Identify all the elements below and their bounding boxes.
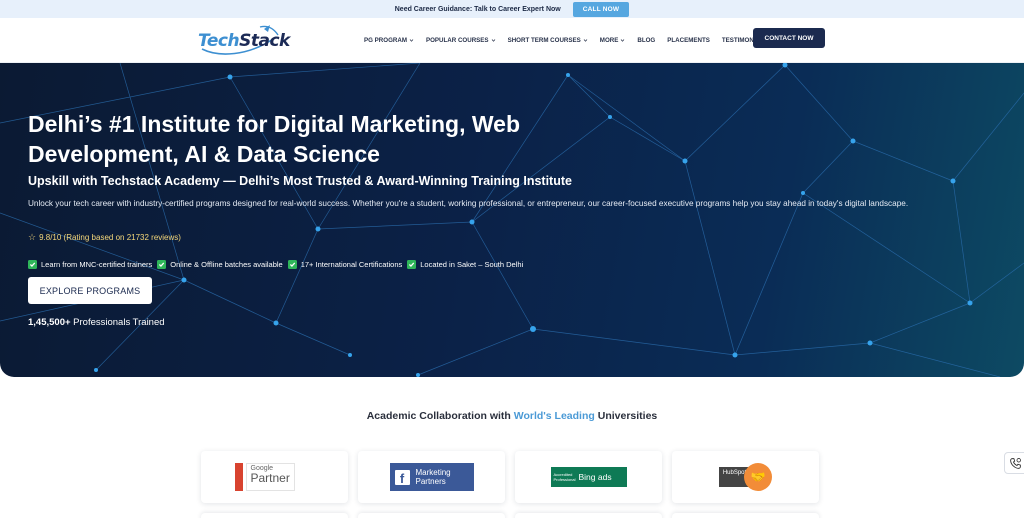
nav-label: POPULAR COURSES <box>425 37 489 44</box>
chevron-down-icon <box>491 39 495 42</box>
partner-card <box>672 513 819 518</box>
check-icon <box>407 260 417 269</box>
main-nav: PG PROGRAM POPULAR COURSES SHORT TERM CO… <box>364 18 780 63</box>
nav-label: BLOG <box>637 37 656 44</box>
feature-item: Online & Offline batches available <box>157 260 283 269</box>
google-partner-logo: Google Partner <box>234 463 315 491</box>
partner-card <box>515 513 662 518</box>
chevron-down-icon <box>583 39 588 42</box>
bing-ads-logo: Accredited Professional Bing ads <box>550 467 627 487</box>
nav-placements[interactable]: PLACEMENTS <box>667 37 710 44</box>
handshake-icon: 🤝 <box>744 463 773 491</box>
heading-prefix: Academic Collaboration with <box>366 410 514 422</box>
floating-contact-button[interactable] <box>1004 452 1024 474</box>
trained-label: Professionals Trained <box>73 317 165 328</box>
facebook-icon: f <box>394 469 410 485</box>
heading-highlight: World's Leading <box>513 410 595 422</box>
academic-collaboration-heading: Academic Collaboration with World's Lead… <box>0 410 1024 422</box>
fb-line1: Marketing <box>415 468 451 477</box>
feature-label: Located in Saket – South Delhi <box>420 260 524 269</box>
hubspot-logo: HubSpot 🤝 <box>718 463 773 491</box>
heading-suffix: Universities <box>594 410 658 422</box>
hero-subtitle: Upskill with Techstack Academy — Delhi’s… <box>28 174 572 188</box>
career-guidance-text: Need Career Guidance: Talk to Career Exp… <box>394 5 561 13</box>
feature-label: Learn from MNC-certified trainers <box>41 260 153 269</box>
nav-label: PG PROGRAM <box>364 37 407 44</box>
explore-programs-button[interactable]: EXPLORE PROGRAMS <box>28 277 152 304</box>
logo-text-stack: Stack <box>239 31 290 51</box>
nav-more[interactable]: MORE <box>600 37 626 44</box>
feature-list: Learn from MNC-certified trainers Online… <box>28 260 523 269</box>
nav-popular-courses[interactable]: POPULAR COURSES <box>426 37 496 44</box>
fb-line2: Partners <box>415 477 446 486</box>
partner-card-facebook: f Marketing Partners <box>358 451 505 503</box>
partner-card <box>358 513 505 518</box>
rating-text: 9.8/10 (Rating based on 21732 reviews) <box>39 233 181 242</box>
hero-title: Delhi’s #1 Institute for Digital Marketi… <box>28 111 521 167</box>
hero-description: Unlock your tech career with industry-ce… <box>28 199 909 208</box>
chevron-down-icon <box>621 39 625 42</box>
bing-accredited-label: Accredited Professional <box>553 472 576 482</box>
phone-chat-icon <box>1009 457 1021 469</box>
partner-label: Partner <box>250 471 290 485</box>
check-icon <box>28 260 37 269</box>
feature-item: Learn from MNC-certified trainers <box>28 260 152 269</box>
rating-row: ☆ 9.8/10 (Rating based on 21732 reviews) <box>28 232 181 243</box>
nav-label: SHORT TERM COURSES <box>507 37 581 44</box>
partner-card-google: Google Partner <box>201 451 348 503</box>
google-badge-stripe <box>234 463 243 491</box>
feature-item: Located in Saket – South Delhi <box>407 260 523 269</box>
chevron-down-icon <box>409 39 414 42</box>
trained-count: 1,45,500+ <box>28 317 71 328</box>
announcement-bar: Need Career Guidance: Talk to Career Exp… <box>0 0 1024 18</box>
bing-ads-label: Bing ads <box>578 472 612 482</box>
call-now-button[interactable]: CALL NOW <box>572 1 630 17</box>
hero-section: Delhi’s #1 Institute for Digital Marketi… <box>0 63 1024 377</box>
site-header: TechStack PG PROGRAM POPULAR COURSES SHO… <box>0 18 1024 63</box>
check-icon <box>157 260 167 269</box>
nav-label: MORE <box>599 37 619 44</box>
partner-logo-row: Google Partner f Marketing Partners Accr… <box>201 451 819 503</box>
nav-blog[interactable]: BLOG <box>637 37 655 44</box>
partner-card <box>201 513 348 518</box>
partner-logo-row-2 <box>201 513 819 518</box>
partner-card-bing: Accredited Professional Bing ads <box>515 451 662 503</box>
contact-now-button[interactable]: CONTACT NOW <box>753 28 825 48</box>
facebook-marketing-partners-logo: f Marketing Partners <box>389 463 474 491</box>
nav-short-term-courses[interactable]: SHORT TERM COURSES <box>508 37 588 44</box>
feature-label: Online & Offline batches available <box>170 260 283 269</box>
techstack-logo[interactable]: TechStack <box>198 23 290 57</box>
feature-label: 17+ International Certifications <box>300 260 403 269</box>
check-icon <box>287 260 297 269</box>
nav-pg-program[interactable]: PG PROGRAM <box>364 37 414 44</box>
logo-text-tech: Tech <box>198 31 240 51</box>
feature-item: 17+ International Certifications <box>287 260 403 269</box>
nav-label: PLACEMENTS <box>667 37 710 44</box>
professionals-trained: 1,45,500+ Professionals Trained <box>28 317 165 328</box>
partner-card-hubspot: HubSpot 🤝 <box>672 451 819 503</box>
star-outline-icon: ☆ <box>28 232 37 242</box>
